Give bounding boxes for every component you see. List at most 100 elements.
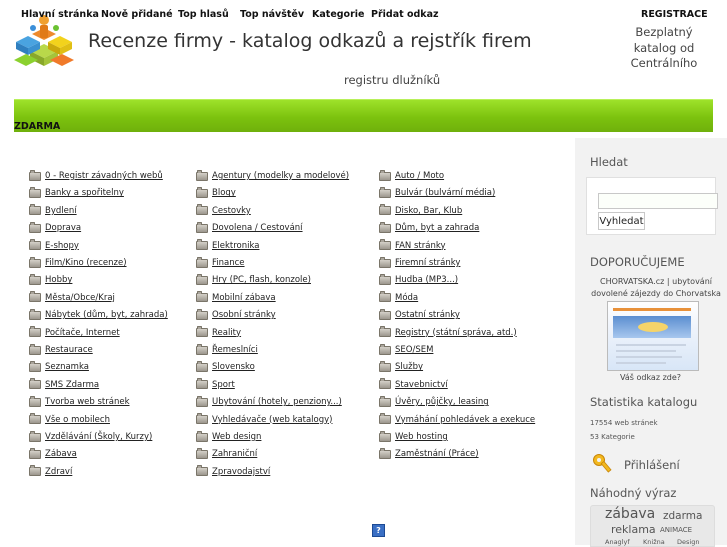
category-link[interactable]: Auto / Moto — [379, 169, 444, 181]
category-link[interactable]: 0 - Registr závadných webů — [29, 169, 163, 181]
category-label: Vyhledávače (web katalogy) — [212, 414, 333, 425]
category-link[interactable]: Vše o mobilech — [29, 413, 110, 425]
category-link[interactable]: Reality — [196, 326, 241, 338]
category-link[interactable]: Móda — [379, 291, 418, 303]
category-label: Zpravodajství — [212, 466, 271, 477]
category-link[interactable]: SEO/SEM — [379, 343, 434, 355]
nav-top-visits[interactable]: Top návštěv — [240, 9, 304, 20]
category-label: Registry (státní správa, atd.) — [395, 327, 517, 338]
category-link[interactable]: Web design — [196, 430, 261, 442]
nav-register[interactable]: REGISTRACE — [641, 9, 708, 20]
category-link[interactable]: Seznamka — [29, 360, 89, 372]
category-link[interactable]: Cestovky — [196, 204, 251, 216]
category-link[interactable]: Web hosting — [379, 430, 448, 442]
category-link[interactable]: Služby — [379, 360, 424, 373]
category-link[interactable]: Hry (PC, flash, konzole) — [196, 273, 311, 285]
category-label: SEO/SEM — [395, 345, 434, 355]
category-link[interactable]: Města/Obce/Kraj — [29, 291, 115, 303]
category-link[interactable]: Bydlení — [29, 204, 77, 216]
recommend-caption[interactable]: Váš odkaz zde? — [620, 373, 681, 382]
category-label: Úvěry, půjčky, leasing — [395, 397, 489, 408]
category-label: Blogy — [212, 188, 236, 199]
category-link[interactable]: Disko, Bar, Klub — [379, 204, 462, 216]
category-link[interactable]: Úvěry, půjčky, leasing — [379, 395, 489, 408]
category-link[interactable]: Hobby — [29, 273, 72, 285]
category-link[interactable]: Banky a spořitelny — [29, 186, 124, 198]
login-link[interactable]: Přihlášení — [624, 458, 680, 472]
folder-icon — [29, 430, 41, 442]
category-link[interactable]: Zahraniční — [196, 447, 258, 460]
category-link[interactable]: Sport — [196, 378, 235, 390]
category-label: E-shopy — [45, 240, 79, 251]
category-label: Ubytování (hotely, penziony...) — [212, 397, 342, 408]
category-link[interactable]: Firemní stránky — [379, 256, 460, 268]
category-link[interactable]: Finance — [196, 256, 245, 268]
recommend-text-line-2[interactable]: dovolené zájezdy do Chorvatska — [584, 288, 727, 300]
category-link[interactable]: Zábava — [29, 447, 77, 460]
category-link[interactable]: Ubytování (hotely, penziony...) — [196, 395, 342, 408]
category-link[interactable]: Nábytek (dům, byt, zahrada) — [29, 308, 168, 321]
nav-new[interactable]: Nově přidané — [101, 9, 173, 20]
category-link[interactable]: Ostatní stránky — [379, 308, 460, 321]
folder-icon — [379, 430, 391, 442]
category-link[interactable]: Doprava — [29, 221, 81, 233]
category-label: Cestovky — [212, 205, 251, 216]
help-icon[interactable]: ? — [372, 524, 385, 537]
category-label: Zahraniční — [212, 449, 258, 460]
nav-add-link[interactable]: Přidat odkaz — [371, 9, 439, 20]
tag-link[interactable]: reklama — [611, 523, 656, 536]
category-link[interactable]: Dovolena / Cestování — [196, 221, 303, 233]
category-label: Osobní stránky — [212, 310, 276, 321]
folder-icon — [196, 186, 208, 198]
category-link[interactable]: Osobní stránky — [196, 308, 276, 321]
search-input[interactable] — [598, 193, 718, 209]
category-link[interactable]: Vzdělávání (Školy, Kurzy) — [29, 430, 152, 442]
category-link[interactable]: Tvorba web stránek — [29, 395, 130, 407]
site-title: Recenze firmy - katalog odkazů a rejstří… — [88, 30, 532, 52]
category-link[interactable]: Mobilní zábava — [196, 291, 276, 303]
folder-icon — [196, 465, 208, 477]
category-link[interactable]: Elektronika — [196, 239, 259, 251]
main-navbar — [14, 99, 713, 132]
category-link[interactable]: Zpravodajství — [196, 465, 271, 477]
people-blocks-logo-icon — [14, 15, 74, 66]
tag-link[interactable]: zdarma — [663, 510, 702, 522]
category-link[interactable]: Zaměstnání (Práce) — [379, 447, 479, 459]
category-link[interactable]: Slovensko — [196, 360, 255, 372]
category-label: Agentury (modelky a modelové) — [212, 171, 350, 181]
category-link[interactable]: Dům, byt a zahrada — [379, 221, 479, 233]
category-link[interactable]: E-shopy — [29, 239, 79, 251]
folder-icon — [196, 378, 208, 390]
category-label: Nábytek (dům, byt, zahrada) — [45, 310, 168, 321]
category-link[interactable]: Blogy — [196, 186, 236, 199]
category-link[interactable]: FAN stránky — [379, 239, 446, 251]
category-link[interactable]: Hudba (MP3...) — [379, 273, 458, 285]
category-label: Zábava — [45, 449, 77, 460]
category-link[interactable]: Agentury (modelky a modelové) — [196, 169, 350, 181]
category-label: Služby — [395, 362, 424, 373]
recommend-banner-image[interactable] — [607, 301, 699, 371]
tag-link[interactable]: ANIMACE — [660, 526, 692, 534]
category-link[interactable]: Film/Kino (recenze) — [29, 256, 127, 268]
category-link[interactable]: SMS Zdarma — [29, 378, 99, 390]
nav-home[interactable]: Hlavní stránka — [21, 9, 99, 20]
category-link[interactable]: Restaurace — [29, 343, 93, 355]
category-link[interactable]: Zdraví — [29, 465, 72, 477]
category-link[interactable]: Počítače, Internet — [29, 326, 120, 338]
tag-link[interactable]: zábava — [605, 506, 655, 522]
search-button[interactable]: Vyhledat — [598, 212, 645, 230]
recommend-text[interactable]: CHORVATSKA.cz | ubytování dovolené zájez… — [584, 276, 727, 300]
folder-icon — [29, 256, 41, 268]
category-link[interactable]: Vyhledávače (web katalogy) — [196, 413, 333, 425]
category-link[interactable]: Stavebnictví — [379, 378, 448, 390]
category-label: Ostatní stránky — [395, 310, 460, 321]
nav-register-free[interactable]: ZDARMA — [14, 121, 60, 132]
category-link[interactable]: Vymáhání pohledávek a exekuce — [379, 413, 535, 425]
category-link[interactable]: Řemeslníci — [196, 343, 258, 355]
nav-categories[interactable]: Kategorie — [312, 9, 364, 20]
category-link[interactable]: Bulvár (bulvární média) — [379, 186, 495, 198]
category-link[interactable]: Registry (státní správa, atd.) — [379, 326, 517, 338]
recommend-text-line-1[interactable]: CHORVATSKA.cz | ubytování — [584, 276, 727, 288]
nav-top-votes[interactable]: Top hlasů — [178, 9, 229, 20]
site-subtitle: registru dlužníků — [344, 73, 441, 87]
